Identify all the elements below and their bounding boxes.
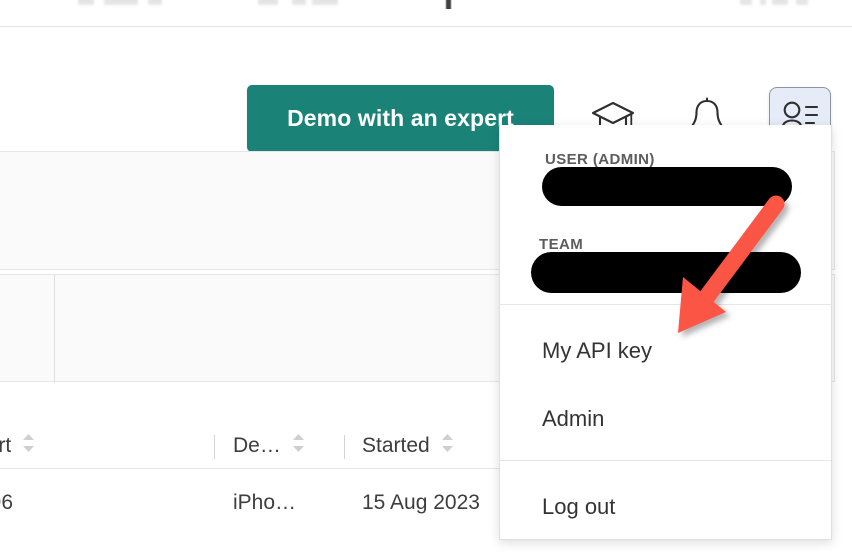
- table-row[interactable]: iPho…: [233, 469, 296, 536]
- column-separator: [214, 435, 215, 459]
- cell-started: 15 Aug 2023: [362, 490, 480, 514]
- menu-item-log-out[interactable]: Log out: [500, 473, 831, 541]
- stat-card-divider: [54, 275, 55, 383]
- table-row[interactable]: 15 Aug 2023: [362, 469, 480, 536]
- redacted-team-name: [531, 252, 801, 293]
- column-label: port: [0, 433, 12, 457]
- user-section-label: USER (ADMIN): [545, 151, 655, 168]
- table-column-header-report[interactable]: port: [0, 423, 37, 468]
- dropdown-divider: [500, 304, 831, 305]
- account-dropdown-menu: USER (ADMIN) TEAM My API key Admin Log o…: [499, 125, 832, 540]
- column-label: Started: [362, 433, 430, 457]
- table-column-header-started[interactable]: Started: [362, 423, 456, 468]
- cell-report: 896: [0, 490, 14, 514]
- menu-item-admin[interactable]: Admin: [500, 385, 831, 453]
- cut-off-top-strip: [0, 0, 852, 9]
- table-column-header-device[interactable]: De…: [233, 423, 307, 468]
- menu-item-my-api-key[interactable]: My API key: [500, 317, 831, 385]
- team-section-label: TEAM: [539, 236, 584, 253]
- redacted-user-name: [542, 167, 792, 206]
- cell-device: iPho…: [233, 490, 297, 514]
- column-label: De…: [233, 433, 281, 457]
- table-row[interactable]: 896: [0, 469, 13, 536]
- app-screenshot: Demo with an expert rt De… Started 6 iPh…: [0, 0, 852, 552]
- dropdown-divider: [500, 460, 831, 461]
- sort-chevrons-icon[interactable]: [20, 430, 37, 462]
- sort-chevrons-icon[interactable]: [290, 430, 307, 462]
- column-separator: [344, 435, 345, 459]
- sort-chevrons-icon[interactable]: [439, 430, 456, 462]
